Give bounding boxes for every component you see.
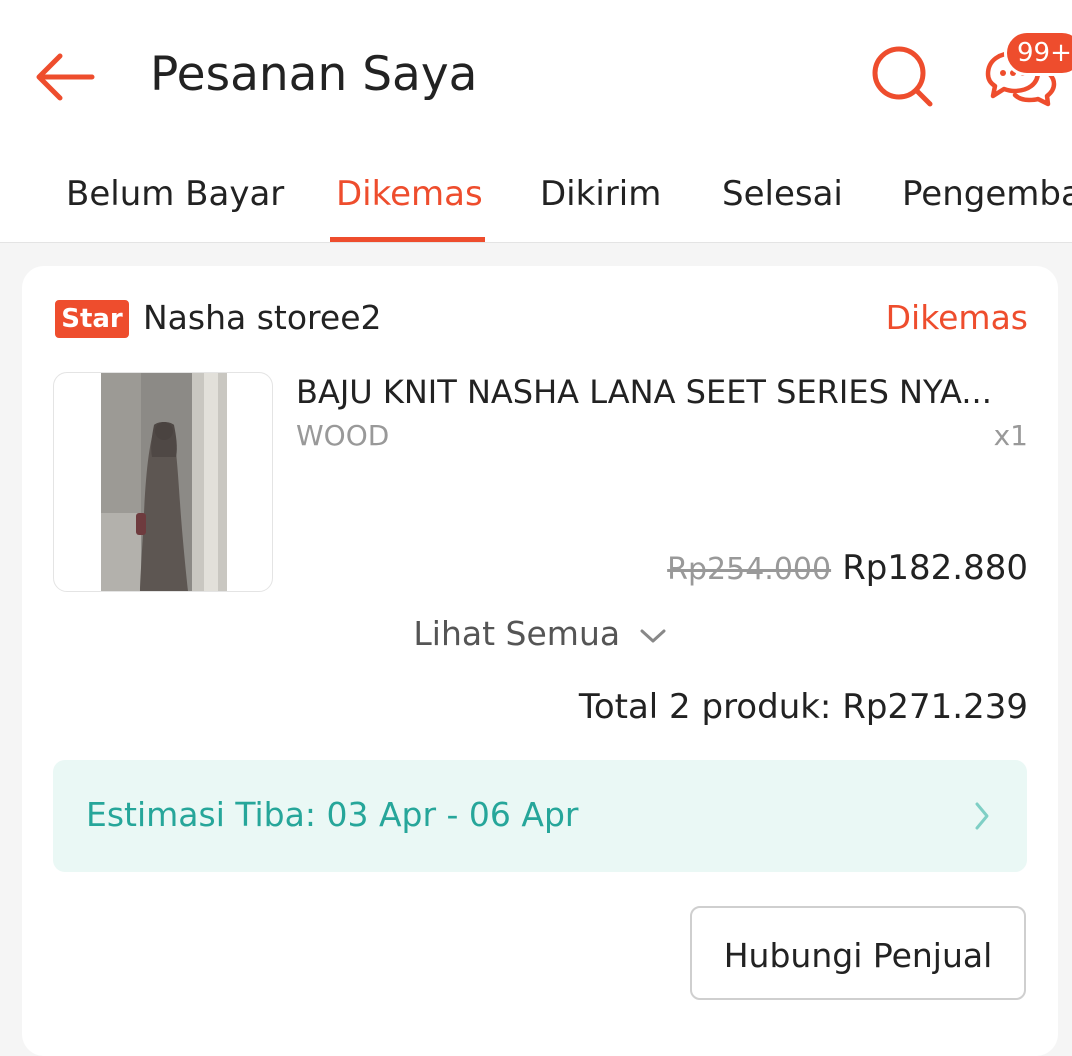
- star-seller-badge: Star: [55, 300, 129, 338]
- tab-dikemas[interactable]: Dikemas: [336, 170, 483, 218]
- final-price: Rp182.880: [842, 548, 1028, 588]
- chat-notification-badge: 99+: [1004, 30, 1072, 76]
- back-button[interactable]: [32, 44, 98, 110]
- price-row: Rp254.000 Rp182.880: [667, 548, 1028, 588]
- search-button[interactable]: [868, 42, 938, 112]
- chevron-right-icon: [975, 802, 989, 830]
- tab-pengembalian[interactable]: Pengemba: [902, 170, 1072, 218]
- product-thumbnail[interactable]: [53, 372, 273, 592]
- product-quantity: x1: [993, 419, 1028, 452]
- original-price: Rp254.000: [667, 552, 832, 587]
- app-header: Pesanan Saya 99+ Belum Bayar Dikemas Dik…: [0, 0, 1072, 243]
- view-all-label: Lihat Semua: [413, 614, 621, 653]
- search-icon: [872, 46, 933, 107]
- product-image: [101, 373, 227, 591]
- page-title: Pesanan Saya: [150, 47, 478, 102]
- tab-belum-bayar[interactable]: Belum Bayar: [66, 170, 284, 218]
- order-status-label: Dikemas: [885, 298, 1028, 337]
- shop-name[interactable]: Nasha storee2: [143, 294, 382, 342]
- contact-seller-button[interactable]: Hubungi Penjual: [690, 906, 1026, 1000]
- estimated-arrival-text: Estimasi Tiba: 03 Apr - 06 Apr: [86, 795, 579, 834]
- order-total: Total 2 produk: Rp271.239: [578, 687, 1028, 727]
- order-status-tabs: Belum Bayar Dikemas Dikirim Selesai Peng…: [0, 150, 1072, 242]
- order-card[interactable]: Star Nasha storee2 Dikemas BAJU KNIT NAS…: [22, 266, 1058, 1056]
- product-variation: WOOD: [296, 419, 390, 452]
- estimated-arrival-banner[interactable]: Estimasi Tiba: 03 Apr - 06 Apr: [53, 760, 1027, 872]
- view-all-button[interactable]: Lihat Semua: [22, 610, 1058, 658]
- tab-selesai[interactable]: Selesai: [722, 170, 843, 218]
- tab-dikirim[interactable]: Dikirim: [540, 170, 661, 218]
- product-name: BAJU KNIT NASHA LANA SEET SERIES NYA...: [296, 373, 992, 411]
- active-tab-indicator: [330, 237, 485, 242]
- arrow-left-icon: [36, 53, 95, 101]
- chevron-down-icon: [640, 629, 666, 642]
